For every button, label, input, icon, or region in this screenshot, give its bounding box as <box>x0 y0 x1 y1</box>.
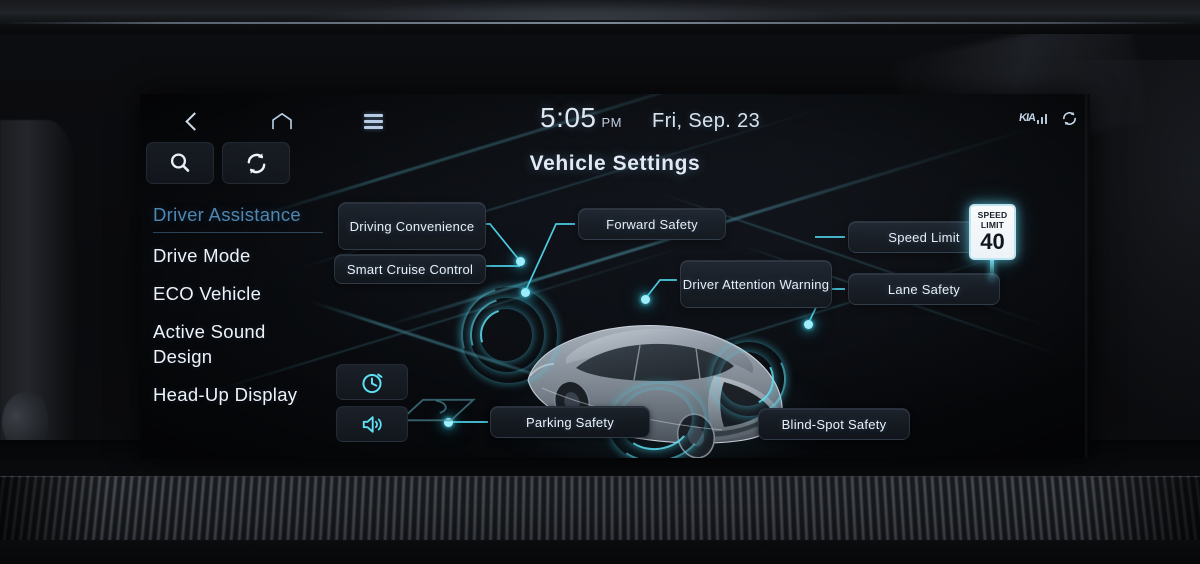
chip-parking-safety-label: Parking Safety <box>525 414 615 430</box>
chip-smart-cruise-control-label: Smart Cruise Control <box>346 261 474 277</box>
speed-limit-sign[interactable]: SPEED LIMIT 40 <box>969 204 1016 260</box>
clock-time: 5:05 <box>540 102 597 133</box>
chip-forward-safety[interactable]: Forward Safety <box>578 208 726 240</box>
refresh-sync-icon <box>247 152 265 174</box>
refresh-button[interactable] <box>222 142 290 184</box>
chip-parking-safety[interactable]: Parking Safety <box>490 406 650 438</box>
clock-ampm: PM <box>601 115 622 130</box>
dashboard-top-bezel <box>0 0 1200 34</box>
chip-driver-attention-warning-label: Driver Attention Warning <box>682 276 830 292</box>
signal-bars-icon: KIA <box>1017 112 1047 124</box>
home-icon <box>272 112 292 130</box>
chip-blind-spot-safety-label: Blind-Spot Safety <box>781 416 887 432</box>
infotainment-screen: 5:05 PM Fri, Sep. 23 KIA Vehicle Settings <box>140 94 1090 458</box>
sidebar: Driver Assistance Drive Mode ECO Vehicle… <box>140 138 323 458</box>
sync-icon[interactable] <box>1061 110 1078 127</box>
chip-driving-convenience-label: Driving Convenience <box>349 218 475 234</box>
chip-forward-safety-label: Forward Safety <box>606 216 698 232</box>
clock-area: 5:05 PM Fri, Sep. 23 <box>540 102 760 134</box>
speaker-volume-icon <box>362 415 382 433</box>
status-icons: KIA <box>1017 110 1078 127</box>
sidebar-item-drive-mode[interactable]: Drive Mode <box>153 237 323 275</box>
dashboard-scene: 5:05 PM Fri, Sep. 23 KIA Vehicle Settings <box>0 0 1200 564</box>
chip-smart-cruise-control[interactable]: Smart Cruise Control <box>334 254 486 284</box>
chip-blind-spot-safety[interactable]: Blind-Spot Safety <box>758 408 910 440</box>
sidebar-item-head-up-display[interactable]: Head-Up Display <box>153 376 323 414</box>
speed-sign-value: 40 <box>980 229 1005 254</box>
bezel-sheen <box>300 0 860 20</box>
clock: 5:05 PM <box>540 102 622 134</box>
sidebar-tool-row <box>146 142 290 184</box>
sidebar-menu: Driver Assistance Drive Mode ECO Vehicle… <box>153 196 323 414</box>
driver-assistance-diagram: Driving Convenience Smart Cruise Control… <box>320 174 1090 458</box>
search-button[interactable] <box>146 142 214 184</box>
chip-lane-safety[interactable]: Lane Safety <box>848 273 1000 305</box>
dashboard-lower-shadow <box>0 540 1200 564</box>
node-smart-cruise[interactable] <box>516 257 525 266</box>
sidebar-item-driver-assistance[interactable]: Driver Assistance <box>153 196 323 233</box>
chip-lane-safety-label: Lane Safety <box>887 281 961 297</box>
chip-speed-limit-label: Speed Limit <box>888 229 960 245</box>
back-button[interactable] <box>172 104 212 138</box>
timer-button[interactable] <box>336 364 408 400</box>
sidebar-item-active-sound-design[interactable]: Active Sound Design <box>153 313 323 376</box>
menu-button[interactable] <box>353 104 393 138</box>
home-button[interactable] <box>262 104 302 138</box>
chip-driving-convenience[interactable]: Driving Convenience <box>338 202 486 250</box>
volume-button[interactable] <box>336 406 408 442</box>
timer-clock-icon <box>361 373 382 393</box>
kia-brand-mark: KIA <box>1017 112 1036 124</box>
speed-sign-pole <box>990 258 994 280</box>
search-icon <box>170 153 190 172</box>
chip-driver-attention-warning[interactable]: Driver Attention Warning <box>680 260 832 308</box>
clock-date: Fri, Sep. 23 <box>652 110 761 132</box>
hamburger-menu-icon <box>363 113 383 129</box>
sidebar-item-eco-vehicle[interactable]: ECO Vehicle <box>153 275 323 313</box>
screen-right-edge <box>1085 94 1090 458</box>
chevron-left-icon <box>184 111 204 131</box>
